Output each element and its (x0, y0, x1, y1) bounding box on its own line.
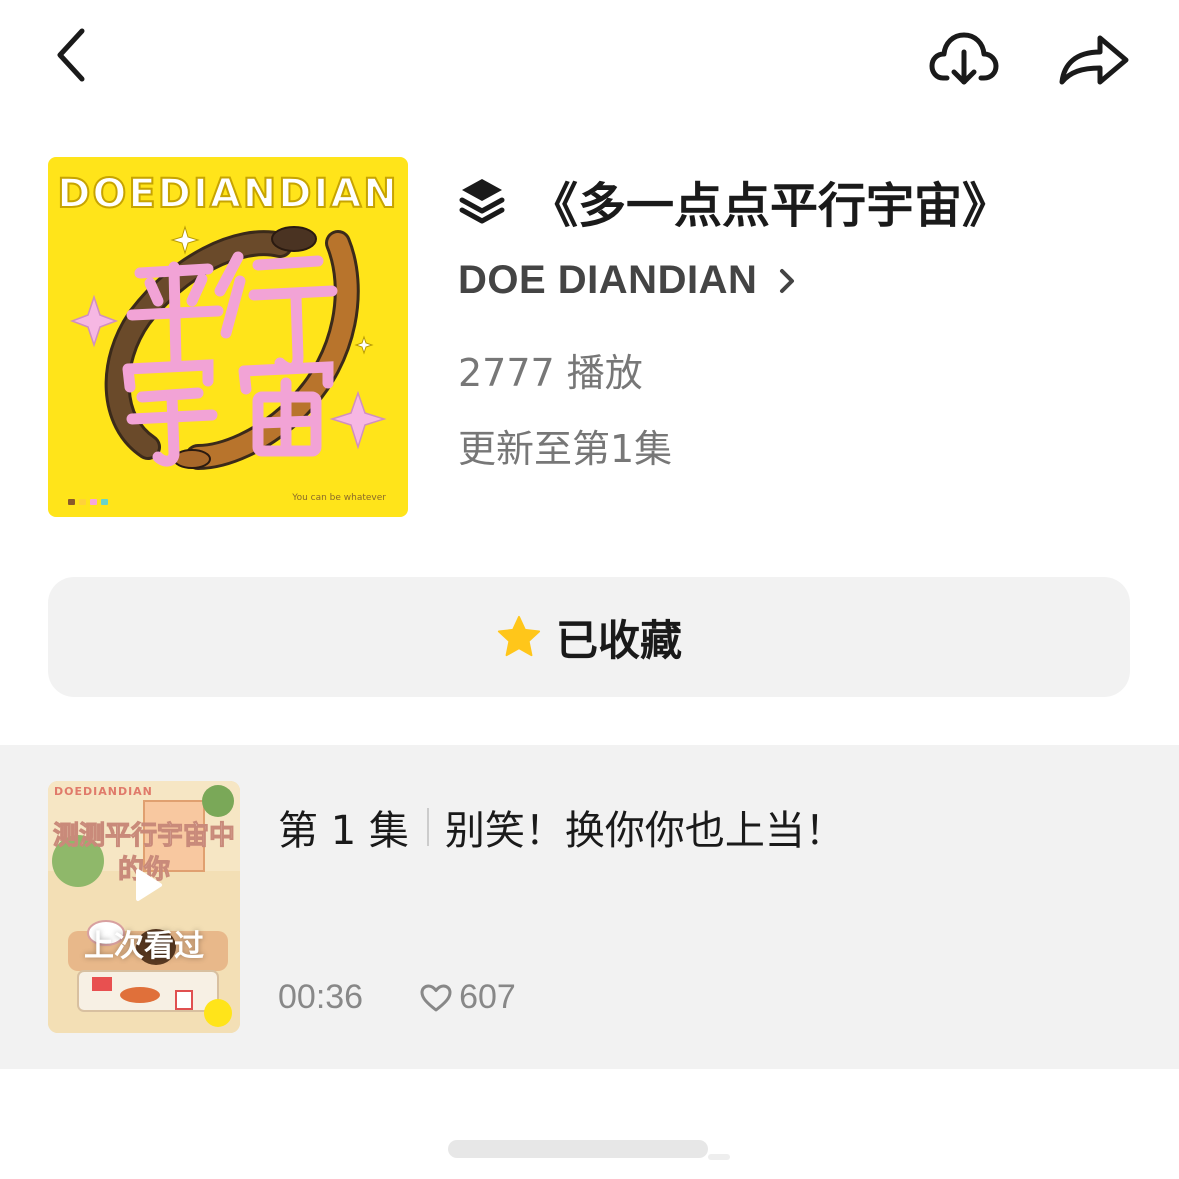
author-link[interactable]: DOE DIANDIAN (458, 258, 797, 303)
chevron-left-icon (57, 28, 85, 82)
episode-thumbnail-brand: DOEDIANDIAN (54, 785, 153, 798)
episode-number: 第 1 集 (278, 808, 409, 854)
album-cover[interactable]: DOEDIANDIAN You can be whatever (48, 157, 408, 517)
play-count: 2777 播放 (458, 351, 643, 395)
share-button[interactable] (1052, 20, 1136, 96)
album-title-row: 《多一点点平行宇宙》 (458, 166, 1010, 236)
last-watched-badge: 上次看过 (84, 929, 204, 964)
album-title: 《多一点点平行宇宙》 (530, 178, 1011, 234)
play-icon (136, 869, 162, 901)
like-button[interactable]: 607 (419, 978, 516, 1017)
episode-duration: 00:36 (278, 978, 364, 1016)
divider (426, 808, 429, 846)
episode-title: 别笑！换你你也上当！ (444, 808, 845, 854)
heart-icon (420, 984, 452, 1011)
cover-color-dots (68, 499, 108, 505)
episode-title-row[interactable]: 第 1 集 别笑！换你你也上当！ (278, 798, 845, 856)
episode-thumbnail[interactable]: DOEDIANDIAN 测测平行宇宙中的你 上次看过 (48, 781, 240, 1033)
back-button[interactable] (40, 20, 104, 90)
author-name: DOE DIANDIAN (458, 258, 758, 302)
like-count: 607 (459, 978, 516, 1016)
episode-meta: 00:36 607 (278, 978, 516, 1017)
download-button[interactable] (922, 20, 1006, 96)
cover-brand-text: DOEDIANDIAN (56, 170, 399, 218)
cloud-download-icon (929, 32, 999, 85)
cover-tagline: You can be whatever (292, 493, 386, 503)
chevron-right-icon (777, 266, 797, 296)
star-icon (497, 615, 541, 657)
favorite-label: 已收藏 (555, 615, 682, 665)
update-status: 更新至第1集 (458, 427, 673, 471)
layers-icon (458, 173, 508, 229)
favorite-button[interactable]: 已收藏 (48, 577, 1130, 697)
share-arrow-icon (1059, 35, 1129, 85)
blurred-footer-hint (448, 1140, 730, 1160)
